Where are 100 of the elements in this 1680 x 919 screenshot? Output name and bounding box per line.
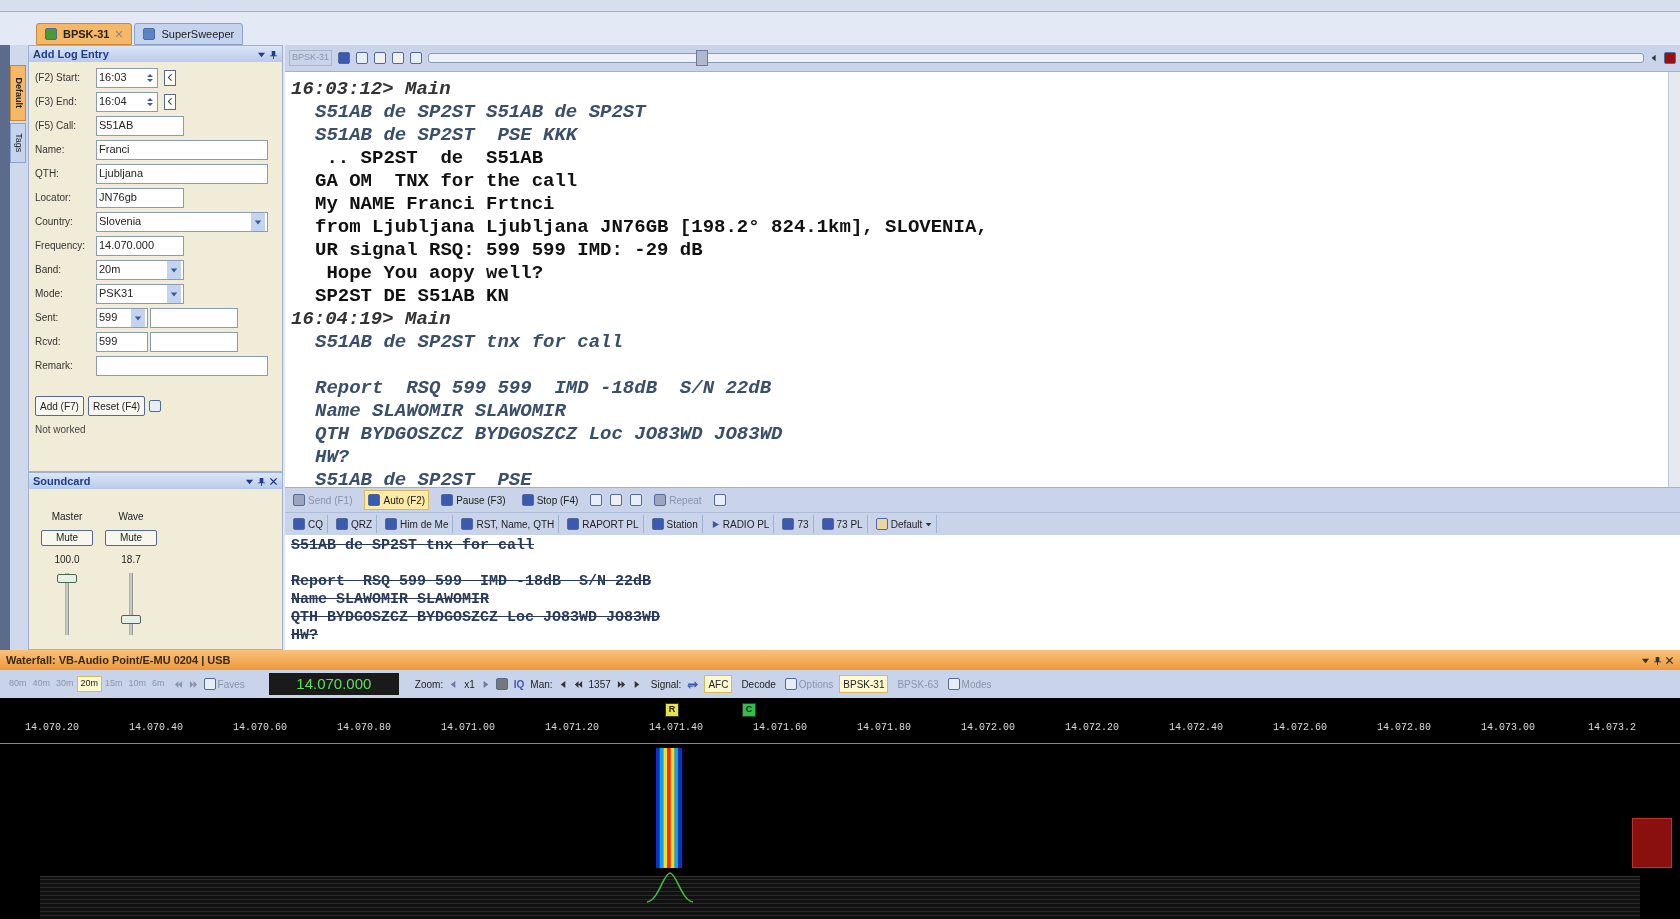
close-icon[interactable] <box>1665 655 1674 665</box>
dropdown[interactable]: 599 <box>96 307 148 328</box>
input-field[interactable]: 16:03 <box>96 67 158 88</box>
input-field[interactable]: 16:04 <box>96 91 158 112</box>
log-button[interactable]: Add (F7) <box>35 396 84 416</box>
field-label: Remark: <box>35 359 74 373</box>
left-arrow-icon[interactable] <box>558 679 568 689</box>
panel-title: Soundcard <box>33 473 91 489</box>
mute-button[interactable]: Mute <box>105 530 157 546</box>
frequency-tick-label: 14.071.00 <box>441 721 495 735</box>
input-field[interactable]: Ljubljana <box>96 163 268 184</box>
play-icon[interactable] <box>710 519 720 529</box>
macro-button[interactable]: 73 PL <box>817 515 868 533</box>
field-label: Country: <box>35 215 74 229</box>
pin-icon[interactable] <box>1653 655 1662 665</box>
text-line: My NAME Franci Frtnci <box>314 193 556 216</box>
dropdown[interactable]: PSK31 <box>96 283 184 304</box>
scroll-slider[interactable] <box>428 49 1644 67</box>
caret-icon[interactable] <box>254 217 262 226</box>
text-line: S51AB de SP2ST PSE <box>314 469 533 487</box>
caret-icon[interactable] <box>170 289 178 298</box>
back-button[interactable] <box>164 93 176 110</box>
frequency-tick-label: 14.072.40 <box>1169 721 1223 735</box>
close-icon[interactable] <box>269 476 278 486</box>
document-tab[interactable]: BPSK-31 <box>36 23 133 45</box>
field-label: (F3) End: <box>35 95 78 109</box>
back-button[interactable] <box>164 69 176 86</box>
text-line: S51AB de SP2ST tnx for call <box>314 331 624 354</box>
scrollbar[interactable] <box>1668 72 1680 487</box>
macro-button[interactable]: Him de Me <box>381 515 454 533</box>
afc-button[interactable]: AFC <box>704 675 733 693</box>
dropdown[interactable]: Slovenia <box>96 211 268 232</box>
dropdown[interactable]: 20m <box>96 259 184 280</box>
mode-button[interactable]: BPSK-31 <box>839 675 889 693</box>
mute-button[interactable]: Mute <box>41 530 93 546</box>
forward-icon[interactable] <box>616 679 626 689</box>
frequency-tick-label: 14.070.80 <box>337 721 391 735</box>
input-field[interactable]: S51AB <box>96 115 184 136</box>
macro-button[interactable]: RAPORT PL <box>563 515 644 533</box>
arrow-icon[interactable] <box>1650 54 1658 62</box>
macro-button[interactable]: 73 <box>778 515 814 533</box>
spinner-icon[interactable] <box>145 72 155 83</box>
volume-slider-thumb[interactable] <box>57 574 77 583</box>
chevron-left-icon[interactable] <box>166 98 174 105</box>
marker-flag[interactable]: C <box>742 703 756 717</box>
spinner-icon[interactable] <box>145 96 155 107</box>
caret-icon[interactable] <box>170 265 178 274</box>
macro-button[interactable]: CQ <box>289 515 328 533</box>
macro-button[interactable]: RADIO PL <box>706 515 775 533</box>
text-line: 16:03:12> Main <box>291 78 452 101</box>
caret-icon[interactable] <box>925 520 933 528</box>
document-tab[interactable]: SuperSweeper <box>134 23 244 45</box>
toolbar-button[interactable]: Auto (F2) <box>364 490 430 510</box>
input-field[interactable]: Franci <box>96 139 268 160</box>
pin-icon[interactable] <box>269 49 278 59</box>
spectrum-peak-drawing <box>645 870 695 905</box>
text-line: 16:04:19> Main <box>291 308 452 331</box>
macro-button[interactable]: QRZ <box>332 515 378 533</box>
chevron-left-icon[interactable] <box>166 74 174 81</box>
zoom-value: x1 <box>464 677 475 692</box>
frequency-tick-label: 14.072.80 <box>1377 721 1431 735</box>
text-line: Report RSQ 599 599 IMD -18dB S/N 22dB <box>314 377 773 400</box>
input-field[interactable]: JN76gb <box>96 187 184 208</box>
volume-slider-thumb[interactable] <box>121 615 141 625</box>
text-line: UR signal RSQ: 599 599 IMD: -29 dB <box>314 239 704 262</box>
text-line: GA OM TNX for the call <box>314 170 579 193</box>
caret-icon[interactable] <box>134 313 142 322</box>
slider-thumb[interactable] <box>695 50 708 66</box>
frequency-tick-label: 14.072.00 <box>961 721 1015 735</box>
toolbar-button[interactable]: Stop (F4) <box>517 490 583 510</box>
frequency-tick-label: 14.070.20 <box>25 721 79 735</box>
input-field[interactable] <box>150 307 238 328</box>
frequency-tick-label: 14.072.20 <box>1065 721 1119 735</box>
iq-button[interactable]: IQ <box>513 676 525 692</box>
volume-reading: 100.0 <box>54 553 80 567</box>
input-field[interactable] <box>96 355 268 376</box>
frequency-tick-label: 14.071.20 <box>545 721 599 735</box>
side-tab[interactable]: Default <box>10 65 26 121</box>
field-label: Sent: <box>35 311 60 325</box>
text-line: QTH BYDGOSZCZ BYDGOSZCZ Loc JO83WD JO83WD <box>314 423 784 446</box>
macro-button[interactable]: Default <box>871 515 938 533</box>
field-label: (F2) Start: <box>35 71 81 85</box>
input-field[interactable]: 14.070.000 <box>96 235 184 256</box>
channel-label: Master <box>51 510 83 524</box>
sent-text-line: Report RSQ 599 599 IMD -18dB S/N 22dB <box>291 573 653 591</box>
macro-button[interactable]: Station <box>647 515 703 533</box>
rewind-icon[interactable] <box>573 679 583 689</box>
text-line: from Ljubljana Ljubljana JN76GB [198.2° 824.1km], SLOVENIA, <box>314 216 989 239</box>
log-button[interactable]: Reset (F4) <box>87 396 146 416</box>
input-field[interactable] <box>150 331 238 352</box>
sent-text-line: HW? <box>291 627 319 645</box>
field-label: Frequency: <box>35 239 87 253</box>
decode-button[interactable]: Decode <box>738 676 779 692</box>
marker-flag[interactable]: R <box>665 703 679 717</box>
toolbar-button[interactable]: Pause (F3) <box>437 490 510 510</box>
pin-icon[interactable] <box>257 476 266 486</box>
side-tab[interactable]: Tags <box>10 123 26 163</box>
band-button[interactable]: 20m <box>76 676 103 692</box>
input-field[interactable]: 599 <box>96 331 148 352</box>
macro-button[interactable]: RST, Name, QTH <box>457 515 560 533</box>
